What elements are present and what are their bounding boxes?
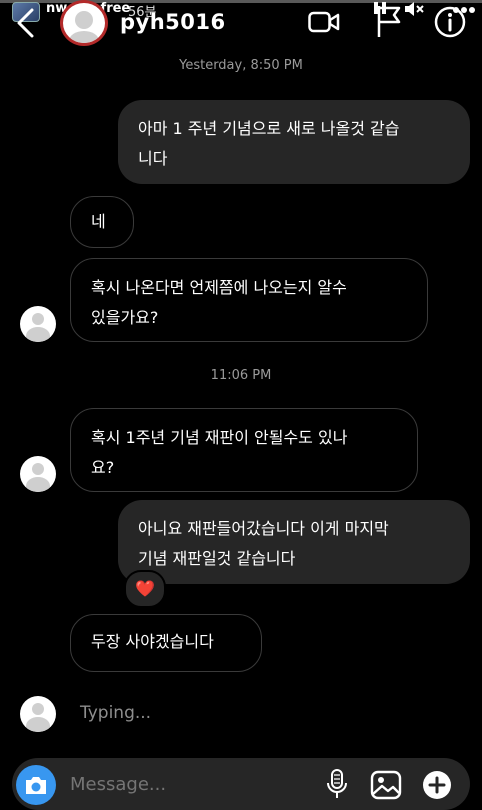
message-line: 기념 재판일것 같습니다 <box>138 549 296 568</box>
message-line: 요? <box>91 458 115 477</box>
video-camera-icon[interactable] <box>308 8 340 36</box>
mute-icon[interactable] <box>404 2 424 16</box>
typing-indicator: Typing... <box>80 703 152 723</box>
message-bubble-sent[interactable]: 아니요 재판들어갔습니다 이게 마지막 기념 재판일것 같습니다 <box>118 500 470 584</box>
message-bubble-received[interactable]: 네 <box>70 196 134 248</box>
heart-reaction[interactable]: ❤️ <box>124 570 166 608</box>
info-icon[interactable] <box>434 6 466 38</box>
message-bubble-received[interactable]: 혹시 1주년 기념 재판이 안될수도 있나 요? <box>70 408 418 492</box>
message-line: 아니요 재판들어갔습니다 이게 마지막 <box>138 519 389 538</box>
sender-avatar[interactable] <box>20 306 56 342</box>
sender-avatar[interactable] <box>20 456 56 492</box>
message-line: 네 <box>91 212 106 231</box>
message-line: 혹시 1주년 기념 재판이 안될수도 있나 <box>91 428 348 447</box>
header-username[interactable]: pyh5016 <box>120 10 226 34</box>
message-line: 아마 1 주년 기념으로 새로 나올것 같습 <box>138 119 400 138</box>
message-line: 혹시 나온다면 언제쯤에 나오는지 알수 <box>91 278 347 297</box>
message-bubble-received[interactable]: 두장 사야겠습니다 <box>70 614 262 672</box>
header-avatar[interactable] <box>60 0 108 46</box>
image-icon[interactable] <box>370 770 402 800</box>
microphone-icon[interactable] <box>326 768 348 800</box>
message-line: 니다 <box>138 149 168 168</box>
typing-avatar <box>20 696 56 732</box>
message-input[interactable] <box>70 774 310 795</box>
camera-icon[interactable] <box>24 774 48 796</box>
timestamp: Yesterday, 8:50 PM <box>179 58 303 73</box>
message-line: 있을가요? <box>91 308 159 327</box>
plus-icon[interactable] <box>422 770 452 800</box>
message-bubble-received[interactable]: 혹시 나온다면 언제쯤에 나오는지 알수 있을가요? <box>70 258 428 342</box>
back-icon[interactable] <box>14 8 38 38</box>
flag-icon[interactable] <box>376 4 402 38</box>
message-bubble-sent[interactable]: 아마 1 주년 기념으로 새로 나올것 같습 니다 <box>118 100 470 184</box>
timestamp: 11:06 PM <box>210 368 272 383</box>
message-line: 두장 사야겠습니다 <box>91 632 214 651</box>
